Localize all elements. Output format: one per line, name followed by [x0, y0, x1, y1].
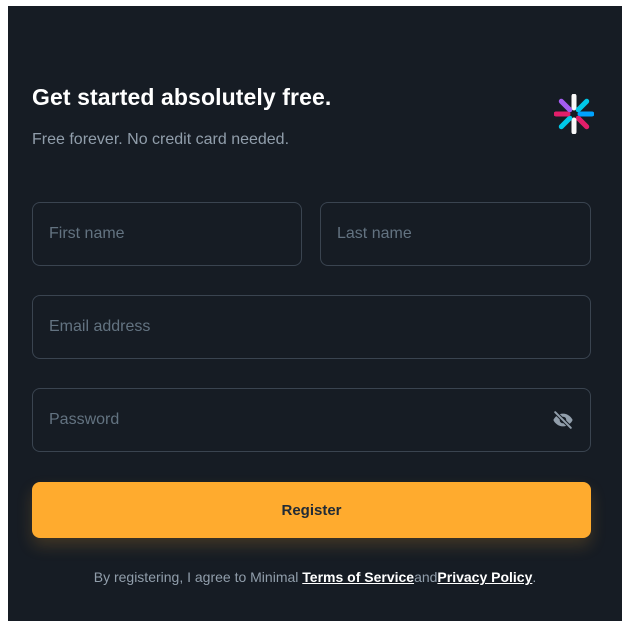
- eye-off-icon[interactable]: [552, 409, 574, 431]
- first-name-placeholder: First name: [49, 225, 125, 242]
- privacy-policy-link[interactable]: Privacy Policy: [437, 569, 532, 585]
- first-name-field[interactable]: First name: [32, 202, 302, 266]
- register-button[interactable]: Register: [32, 482, 591, 538]
- email-field[interactable]: Email address: [32, 295, 591, 359]
- password-field[interactable]: Password: [32, 388, 591, 452]
- terms-suffix: .: [532, 569, 537, 585]
- register-card: Get started absolutely free. Free foreve…: [8, 6, 622, 621]
- terms-conjunction: and: [414, 569, 438, 585]
- last-name-placeholder: Last name: [337, 225, 412, 242]
- page-subtitle: Free forever. No credit card needed.: [32, 131, 290, 148]
- terms-of-service-link[interactable]: Terms of Service: [302, 569, 414, 585]
- terms-text: By registering, I agree to Minimal Terms…: [8, 569, 622, 585]
- spinner-burst-logo-icon: [554, 94, 594, 134]
- email-placeholder: Email address: [49, 318, 151, 335]
- terms-prefix: By registering, I agree to Minimal: [93, 569, 303, 585]
- last-name-field[interactable]: Last name: [320, 202, 591, 266]
- password-placeholder: Password: [49, 411, 120, 428]
- page-title: Get started absolutely free.: [32, 84, 332, 110]
